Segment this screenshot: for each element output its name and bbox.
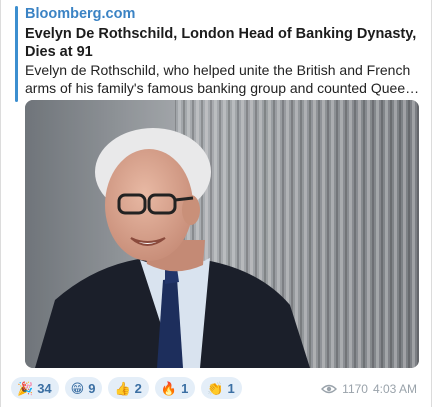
party-popper-icon: 🎉 [17, 380, 34, 396]
reaction-grinning-face[interactable]: 😁 9 [64, 377, 103, 399]
message-time: 4:03 AM [372, 382, 417, 396]
reaction-thumbs-up[interactable]: 👍 2 [108, 377, 149, 399]
link-preview-site-name[interactable]: Bloomberg.com [25, 6, 135, 22]
thumbs-up-icon: 👍 [114, 380, 131, 396]
link-preview-title[interactable]: Evelyn De Rothschild, London Head of Ban… [25, 25, 425, 61]
reaction-fire[interactable]: 🔥 1 [154, 377, 196, 399]
link-preview-accent-bar [15, 6, 18, 102]
link-preview-description: Evelyn de Rothschild, who helped unite t… [25, 62, 413, 96]
link-preview-image[interactable] [25, 100, 419, 368]
reaction-count: 1 [181, 380, 189, 396]
reaction-clapping-hands[interactable]: 👏 1 [201, 377, 242, 399]
reactions-bar: 🎉 34 😁 9 👍 2 🔥 1 👏 1 [11, 377, 242, 399]
reaction-count: 1 [227, 380, 235, 396]
grinning-face-icon: 😁 [70, 380, 85, 396]
eye-icon [321, 384, 338, 394]
reaction-count: 2 [134, 380, 142, 396]
fire-icon: 🔥 [160, 380, 178, 396]
clapping-hands-icon: 👏 [207, 380, 224, 396]
view-count: 1170 [342, 382, 368, 396]
message-card: Bloomberg.com Evelyn De Rothschild, Lond… [0, 0, 432, 407]
portrait-photo [25, 100, 419, 368]
reaction-count: 9 [88, 380, 96, 396]
message-meta: 1170 4:03 AM [321, 382, 417, 396]
reaction-count: 34 [37, 380, 52, 396]
reaction-party-popper[interactable]: 🎉 34 [11, 377, 59, 399]
